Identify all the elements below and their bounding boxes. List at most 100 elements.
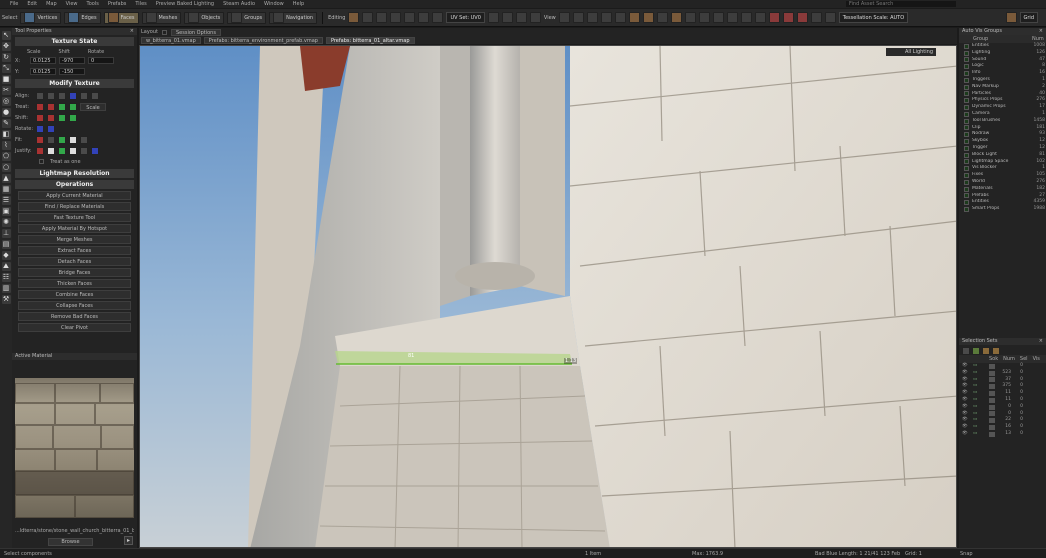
- view-wireframe-icon[interactable]: [740, 12, 752, 23]
- lock-icon[interactable]: ▭: [973, 397, 989, 404]
- view-tools-icon[interactable]: [726, 12, 738, 23]
- operations-header[interactable]: Operations: [15, 180, 134, 189]
- rotate-ccw-icon[interactable]: [36, 124, 44, 133]
- polygon-tool-icon[interactable]: [418, 12, 430, 23]
- visibility-checkbox[interactable]: [964, 50, 969, 56]
- visibility-checkbox[interactable]: [964, 193, 969, 199]
- group-column-header[interactable]: Group: [959, 35, 1032, 43]
- navigation-mode-button[interactable]: Navigation: [269, 11, 318, 24]
- treat-green2-icon[interactable]: [69, 102, 77, 111]
- list-item[interactable]: Entities 1008: [959, 43, 1046, 50]
- menu-edit[interactable]: Edit: [27, 1, 37, 7]
- close-icon[interactable]: ×: [130, 28, 134, 35]
- delete-set-icon[interactable]: [992, 347, 1000, 355]
- lock-icon[interactable]: ▭: [973, 383, 989, 390]
- thicken-faces-button[interactable]: Thicken Faces: [18, 279, 131, 288]
- view-material-icon[interactable]: [628, 12, 640, 23]
- menu-prefabs[interactable]: Prefabs: [108, 1, 127, 7]
- uv-set-dropdown[interactable]: UV Set: UV0: [446, 12, 485, 23]
- view-light-icon[interactable]: [614, 12, 626, 23]
- rotate-icon[interactable]: ↻: [1, 53, 11, 62]
- visibility-checkbox[interactable]: [964, 145, 969, 151]
- view-walkable-icon[interactable]: [684, 12, 696, 23]
- scale-tool-icon[interactable]: [376, 12, 388, 23]
- fast-texture-tool-button[interactable]: Fast Texture Tool: [18, 213, 131, 222]
- lock-icon[interactable]: ▭: [973, 411, 989, 418]
- list-item[interactable]: Sound 47: [959, 57, 1046, 64]
- visibility-checkbox[interactable]: [964, 179, 969, 185]
- list-item[interactable]: Fixes 105: [959, 172, 1046, 179]
- list-item[interactable]: Camera 1: [959, 111, 1046, 118]
- list-item[interactable]: Skybox 12: [959, 138, 1046, 145]
- lock-icon[interactable]: ▭: [973, 363, 989, 370]
- list-item[interactable]: Materials 182: [959, 186, 1046, 193]
- visibility-checkbox[interactable]: [964, 152, 969, 158]
- cut-icon[interactable]: ✂: [1, 86, 11, 95]
- treat-red2-icon[interactable]: [47, 102, 55, 111]
- shift-down-icon[interactable]: [69, 113, 77, 122]
- lock-icon[interactable]: ▭: [973, 424, 989, 431]
- material-preview[interactable]: [15, 378, 134, 518]
- visibility-checkbox[interactable]: [964, 132, 969, 138]
- list-item[interactable]: Clip 181: [959, 125, 1046, 132]
- justify-reset-icon[interactable]: [91, 146, 99, 155]
- table-row[interactable]: 👁 ▭ 375 0: [959, 383, 1046, 390]
- list-item[interactable]: World 276: [959, 179, 1046, 186]
- menu-help[interactable]: Help: [293, 1, 304, 7]
- table-row[interactable]: 👁 ▭ 11 0: [959, 390, 1046, 397]
- tessellation-scale-dropdown[interactable]: Tessellation Scale: AUTO: [838, 12, 909, 23]
- terrain-icon[interactable]: ▲: [1, 174, 11, 183]
- scale-button[interactable]: Scale: [80, 102, 106, 111]
- align-extra-icon[interactable]: [91, 91, 99, 100]
- view-entity-icon[interactable]: [600, 12, 612, 23]
- meshes-mode-button[interactable]: Meshes: [141, 11, 182, 24]
- list-item[interactable]: Vis Blocker 1: [959, 165, 1046, 172]
- table-row[interactable]: 👁 ▭ 0: [959, 363, 1046, 370]
- visibility-checkbox[interactable]: [964, 57, 969, 63]
- path-icon[interactable]: ⌇: [1, 141, 11, 150]
- visibility-checkbox[interactable]: [964, 105, 969, 111]
- layout-icon[interactable]: [824, 12, 836, 23]
- table-row[interactable]: 👁 ▭ 523 0: [959, 370, 1046, 377]
- fit-both-icon[interactable]: [47, 135, 55, 144]
- visibility-checkbox[interactable]: [964, 77, 969, 83]
- texture-scale-lock-icon[interactable]: [501, 12, 513, 23]
- record-icon[interactable]: [768, 12, 780, 23]
- objects-mode-button[interactable]: Objects: [184, 11, 225, 24]
- snap-tool-icon[interactable]: [432, 12, 444, 23]
- view-lightmap-icon[interactable]: [642, 12, 654, 23]
- apply-current-material-button[interactable]: Apply Current Material: [18, 191, 131, 200]
- snap-toggle[interactable]: Snap: [960, 551, 973, 557]
- rotate-tool-icon[interactable]: [362, 12, 374, 23]
- num-column-header[interactable]: Num: [1032, 35, 1046, 43]
- merge-meshes-button[interactable]: Merge Meshes: [18, 235, 131, 244]
- lock-icon[interactable]: ▭: [973, 404, 989, 411]
- list-item[interactable]: Logic 8: [959, 63, 1046, 70]
- eye-icon[interactable]: 👁: [959, 370, 973, 377]
- groups-mode-button[interactable]: Groups: [227, 11, 267, 24]
- shift-x-field[interactable]: -970: [59, 57, 85, 64]
- visibility-checkbox[interactable]: [964, 166, 969, 172]
- visibility-checkbox[interactable]: [964, 71, 969, 77]
- grid-dropdown[interactable]: Grid: [1019, 12, 1038, 23]
- list-item[interactable]: Block Light 81: [959, 152, 1046, 159]
- align-face-icon[interactable]: [47, 91, 55, 100]
- align-view-icon[interactable]: [58, 91, 66, 100]
- visibility-checkbox[interactable]: [964, 200, 969, 206]
- table-row[interactable]: 👁 ▭ 0 0: [959, 411, 1046, 418]
- lock-icon[interactable]: ▭: [973, 370, 989, 377]
- block-tool-icon[interactable]: [404, 12, 416, 23]
- list-item[interactable]: Lighting 126: [959, 50, 1046, 57]
- eye-icon[interactable]: 👁: [959, 404, 973, 411]
- vertices-mode-button[interactable]: Vertices: [20, 11, 62, 24]
- extract-faces-button[interactable]: Extract Faces: [18, 246, 131, 255]
- texture-lock-icon[interactable]: [487, 12, 499, 23]
- 3d-viewport[interactable]: All Lighting 81 1.13: [139, 45, 957, 548]
- visibility-checkbox[interactable]: [964, 43, 969, 49]
- visibility-checkbox[interactable]: [964, 84, 969, 90]
- move-icon[interactable]: ✥: [1, 42, 11, 51]
- justify-left-icon[interactable]: [36, 146, 44, 155]
- fit-x-icon[interactable]: [36, 135, 44, 144]
- view-grid-icon[interactable]: [656, 12, 668, 23]
- list-item[interactable]: Particles 40: [959, 91, 1046, 98]
